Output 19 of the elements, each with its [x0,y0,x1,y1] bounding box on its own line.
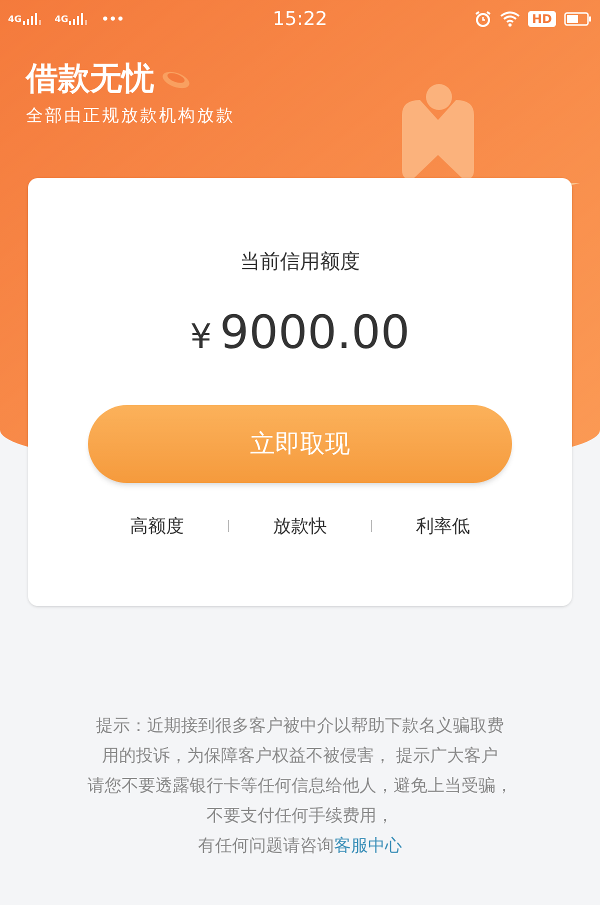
page-title: 借款无忧 [26,58,154,98]
notice-text: 提示：近期接到很多客户被中介以帮助下款名义骗取费 用的投诉，为保障客户权益不被侵害， 提示广大客户 请您不要透露银行卡等任何信息给他人，避免上当受骗， 不要支付任何手续费用， 有任何问题请咨询客服中心 [86,714,514,858]
network-label: 4G [8,16,22,25]
feature-label: 利率低 [416,514,470,538]
clock-time: 15:22 [272,6,328,32]
battery-icon [564,12,592,26]
more-indicator: ••• [101,11,124,28]
credit-limit-label: 当前信用额度 [240,248,360,274]
wifi-icon [500,11,520,27]
currency-symbol: ¥ [190,316,212,358]
hd-badge: HD [528,11,556,27]
customer-service-link[interactable]: 客服中心 [334,836,402,856]
feature-label: 高额度 [130,514,184,538]
network-label: 4G [54,16,68,25]
credit-amount: 9000.00 [220,304,410,360]
alarm-icon [474,10,492,28]
subtitle: 全部由正规放款机构放款 [26,105,236,128]
withdraw-button[interactable]: 立即取现 [88,404,512,482]
feature-label: 放款快 [273,514,327,538]
